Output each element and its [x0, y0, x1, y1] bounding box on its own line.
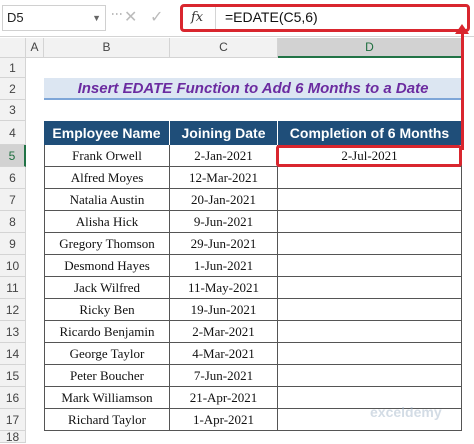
completion-date-cell[interactable]: [278, 321, 462, 343]
row-header-3[interactable]: 3: [0, 100, 26, 121]
row-header-6[interactable]: 6: [0, 167, 26, 189]
employee-name-cell[interactable]: Desmond Hayes: [44, 255, 170, 277]
completion-date-cell[interactable]: [278, 277, 462, 299]
row-header-11[interactable]: 11: [0, 277, 26, 299]
column-header-d[interactable]: D: [278, 38, 462, 58]
formula-text[interactable]: =EDATE(C5,6): [225, 9, 318, 25]
row-header-4[interactable]: 4: [0, 121, 26, 145]
employee-name-cell[interactable]: Alisha Hick: [44, 211, 170, 233]
employee-name-cell[interactable]: Alfred Moyes: [44, 167, 170, 189]
joining-date-cell[interactable]: 20-Jan-2021: [170, 189, 278, 211]
name-box-value: D5: [7, 10, 24, 25]
column-header-c[interactable]: C: [170, 38, 278, 58]
completion-date-cell[interactable]: [278, 189, 462, 211]
joining-date-cell[interactable]: 2-Mar-2021: [170, 321, 278, 343]
employee-name-cell[interactable]: Mark Williamson: [44, 387, 170, 409]
employee-name-cell[interactable]: Frank Orwell: [44, 145, 170, 167]
sheet-title[interactable]: Insert EDATE Function to Add 6 Months to…: [44, 78, 462, 100]
row-header-12[interactable]: 12: [0, 299, 26, 321]
row-header-2[interactable]: 2: [0, 78, 26, 100]
joining-date-cell[interactable]: 21-Apr-2021: [170, 387, 278, 409]
row-header-15[interactable]: 15: [0, 365, 26, 387]
completion-date-cell[interactable]: [278, 343, 462, 365]
joining-date-cell[interactable]: 29-Jun-2021: [170, 233, 278, 255]
employee-name-cell[interactable]: Peter Boucher: [44, 365, 170, 387]
selected-cell-highlight: [276, 145, 462, 167]
row-header-10[interactable]: 10: [0, 255, 26, 277]
employee-name-cell[interactable]: Richard Taylor: [44, 409, 170, 431]
formula-bar: D5 ▼ ⋮ ✕ ✓ fx =EDATE(C5,6): [0, 0, 474, 37]
employee-name-cell[interactable]: Ricardo Benjamin: [44, 321, 170, 343]
joining-date-cell[interactable]: 9-Jun-2021: [170, 211, 278, 233]
completion-date-cell[interactable]: [278, 211, 462, 233]
completion-date-cell[interactable]: [278, 365, 462, 387]
employee-name-cell[interactable]: Ricky Ben: [44, 299, 170, 321]
employee-name-cell[interactable]: George Taylor: [44, 343, 170, 365]
employee-name-cell[interactable]: Gregory Thomson: [44, 233, 170, 255]
select-all-corner[interactable]: [0, 38, 26, 58]
joining-date-cell[interactable]: 19-Jun-2021: [170, 299, 278, 321]
drag-handle-icon[interactable]: ⋮: [110, 8, 124, 19]
callout-arrow-line: [461, 32, 464, 150]
callout-arrow-head: [455, 24, 469, 34]
cancel-icon[interactable]: ✕: [124, 7, 137, 27]
employee-name-cell[interactable]: Jack Wilfred: [44, 277, 170, 299]
completion-date-cell[interactable]: [278, 233, 462, 255]
divider: [215, 7, 216, 29]
row-header-5[interactable]: 5: [0, 145, 26, 167]
completion-date-cell[interactable]: [278, 299, 462, 321]
joining-date-cell[interactable]: 12-Mar-2021: [170, 167, 278, 189]
header-completion[interactable]: Completion of 6 Months: [278, 121, 462, 145]
insert-function-icon[interactable]: fx: [191, 10, 203, 25]
employee-name-cell[interactable]: Natalia Austin: [44, 189, 170, 211]
completion-date-cell[interactable]: [278, 255, 462, 277]
enter-icon[interactable]: ✓: [150, 7, 163, 27]
joining-date-cell[interactable]: 2-Jan-2021: [170, 145, 278, 167]
joining-date-cell[interactable]: 1-Jun-2021: [170, 255, 278, 277]
row-header-1[interactable]: 1: [0, 58, 26, 78]
header-employee-name[interactable]: Employee Name: [44, 121, 170, 145]
header-joining-date[interactable]: Joining Date: [170, 121, 278, 145]
row-header-18[interactable]: 18: [0, 431, 26, 443]
column-header-b[interactable]: B: [44, 38, 170, 58]
row-header-17[interactable]: 17: [0, 409, 26, 431]
row-header-13[interactable]: 13: [0, 321, 26, 343]
row-header-8[interactable]: 8: [0, 211, 26, 233]
chevron-down-icon[interactable]: ▼: [92, 6, 101, 30]
name-box[interactable]: D5 ▼: [2, 5, 106, 31]
row-header-7[interactable]: 7: [0, 189, 26, 211]
joining-date-cell[interactable]: 1-Apr-2021: [170, 409, 278, 431]
completion-date-cell[interactable]: [278, 167, 462, 189]
row-header-9[interactable]: 9: [0, 233, 26, 255]
joining-date-cell[interactable]: 11-May-2021: [170, 277, 278, 299]
watermark-logo: exceldemy: [370, 404, 442, 420]
column-header-a[interactable]: A: [26, 38, 44, 58]
row-header-16[interactable]: 16: [0, 387, 26, 409]
joining-date-cell[interactable]: 7-Jun-2021: [170, 365, 278, 387]
joining-date-cell[interactable]: 4-Mar-2021: [170, 343, 278, 365]
formula-input-box[interactable]: fx =EDATE(C5,6): [180, 4, 470, 32]
row-header-14[interactable]: 14: [0, 343, 26, 365]
